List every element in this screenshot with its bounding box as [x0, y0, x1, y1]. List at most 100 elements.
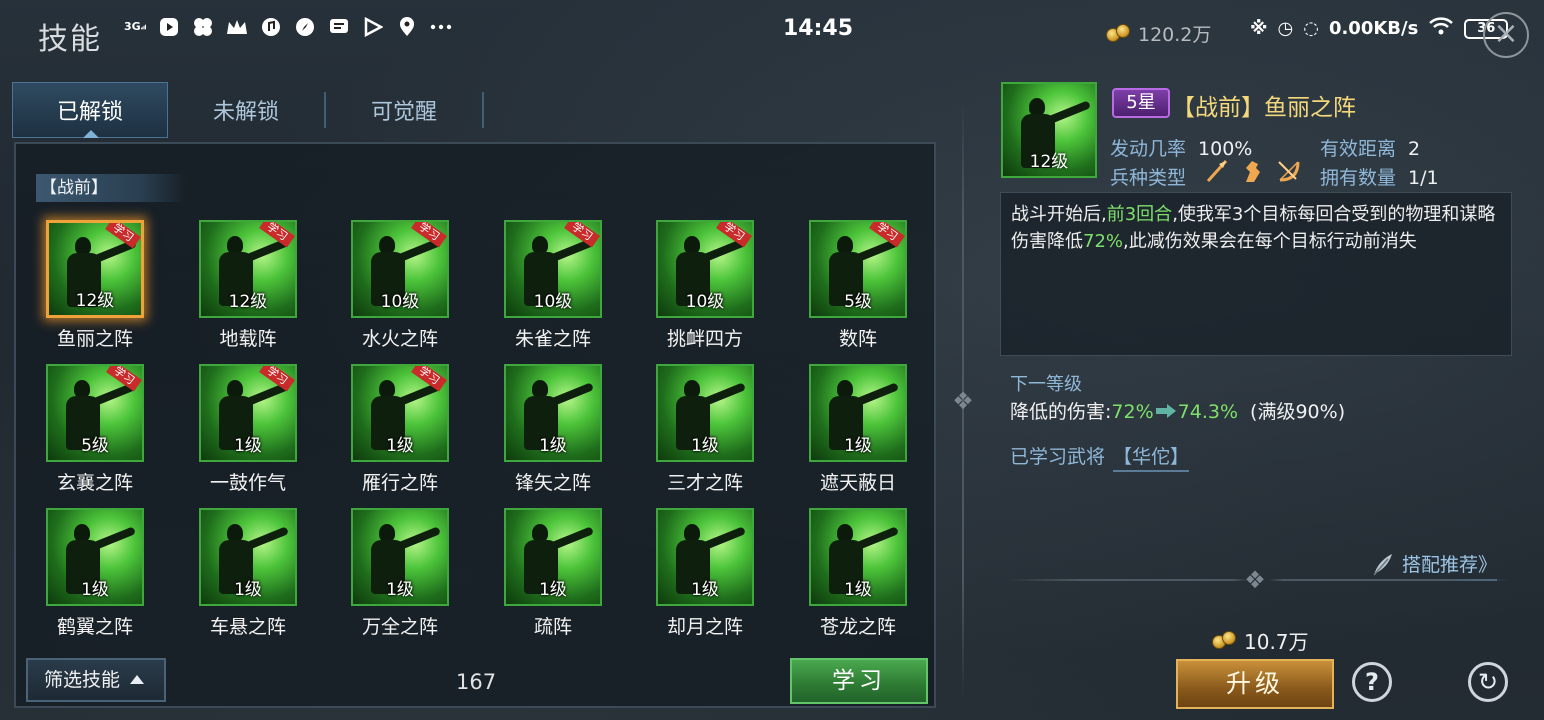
- skill-icon: 1级: [504, 364, 602, 462]
- learn-badge-label: 学习: [105, 223, 141, 249]
- refresh-icon[interactable]: ↻: [1468, 662, 1508, 702]
- learn-badge-label: 学习: [411, 222, 447, 248]
- crown-icon: [226, 16, 248, 38]
- skill-card[interactable]: 学习 1级一鼓作气: [199, 364, 297, 494]
- learn-badge-label: 学习: [716, 222, 752, 248]
- trigger-rate-value: 100%: [1198, 138, 1253, 160]
- skill-icon: 1级: [809, 364, 907, 462]
- learn-badge-label: 学习: [869, 222, 905, 248]
- more-icon: [430, 16, 452, 38]
- skill-card[interactable]: 学习 12级 鱼丽之阵: [46, 220, 144, 350]
- network-speed: 0.00KB/s: [1328, 18, 1419, 39]
- arrow-right-icon: [1155, 404, 1176, 418]
- skill-level: 1级: [844, 580, 872, 600]
- skill-card[interactable]: 1级 锋矢之阵: [504, 364, 602, 494]
- skill-name: 一鼓作气: [209, 472, 286, 494]
- skill-title: 【战前】鱼丽之阵: [1172, 95, 1356, 121]
- skill-card[interactable]: 1级 遮天蔽日: [809, 364, 907, 494]
- signal-icon: 3G: [124, 16, 146, 38]
- skill-name: 鹤翼之阵: [56, 616, 133, 638]
- learn-badge: 学习: [103, 366, 142, 392]
- skill-card[interactable]: 学习 1级 雁行之阵: [351, 364, 449, 494]
- upgrade-button[interactable]: 升级: [1176, 659, 1334, 709]
- network-label: 3G: [124, 20, 141, 33]
- learn-badge-label: 学习: [259, 222, 295, 248]
- skill-icon: 1级: [199, 508, 297, 606]
- troop-type-row: 兵种类型: [1110, 163, 1186, 190]
- skill-level: 1级: [234, 580, 262, 600]
- skill-level: 12级: [228, 292, 268, 312]
- range-row: 有效距离 2: [1320, 134, 1420, 161]
- skill-description: 战斗开始后,前3回合,使我军3个目标每回合受到的物理和谋略伤害降低72%,此减伤…: [1000, 192, 1512, 356]
- learn-badge: 学习: [256, 366, 295, 392]
- skill-card[interactable]: 学习 10级挑衅四方: [656, 220, 754, 350]
- play-icon: [362, 16, 384, 38]
- skill-card[interactable]: 1级苍龙之阵: [809, 508, 907, 638]
- skill-card[interactable]: 1级车悬之阵: [199, 508, 297, 638]
- skill-name: 玄襄之阵: [56, 472, 133, 494]
- media-icon: [158, 16, 180, 38]
- skill-card[interactable]: 学习 10级 水火之阵: [351, 220, 449, 350]
- skill-icon: 学习 1级: [199, 364, 297, 462]
- skill-level: 1级: [844, 436, 872, 456]
- skill-card[interactable]: 1级 万全之阵: [351, 508, 449, 638]
- mute-icon: ◌: [1303, 18, 1319, 39]
- trigger-rate-label: 发动几率: [1110, 138, 1187, 160]
- tab-awaken[interactable]: 可觉醒: [326, 82, 482, 138]
- status-bar-left: 3G: [124, 16, 452, 38]
- star-badge: 5星: [1112, 88, 1170, 118]
- skill-level: 1级: [539, 580, 567, 600]
- next-level-line: 降低的伤害:72% 74.3% (满级90%): [1010, 397, 1345, 424]
- learn-button[interactable]: 学习: [790, 658, 928, 704]
- skill-card[interactable]: 学习 10级 朱雀之阵: [504, 220, 602, 350]
- pinwheel-icon: [192, 16, 214, 38]
- next-level-from: 72%: [1111, 401, 1154, 423]
- diamond-ornament-icon: ❖: [1244, 566, 1266, 594]
- help-icon[interactable]: ?: [1352, 662, 1392, 702]
- skill-card[interactable]: 学习 12级 地载阵: [199, 220, 297, 350]
- wifi-icon: [1428, 16, 1454, 41]
- tab-locked[interactable]: 未解锁: [168, 82, 324, 138]
- skill-name: 数阵: [838, 328, 877, 350]
- skill-card[interactable]: 1级却月之阵: [656, 508, 754, 638]
- learn-badge: 学习: [408, 222, 447, 248]
- skill-name: 挑衅四方: [666, 328, 743, 350]
- skill-name: 车悬之阵: [209, 616, 286, 638]
- skill-level: 1级: [691, 580, 719, 600]
- skill-card[interactable]: 1级 三才之阵: [656, 364, 754, 494]
- skill-level: 10级: [685, 292, 725, 312]
- learn-badge: 学习: [102, 223, 141, 249]
- learn-badge: 学习: [408, 366, 447, 392]
- tab-unlocked[interactable]: 已解锁: [12, 82, 168, 138]
- chat-icon: [328, 16, 350, 38]
- skill-icon: 学习 12级: [199, 220, 297, 318]
- skill-icon: 1级: [809, 508, 907, 606]
- learn-badge-label: 学习: [106, 366, 142, 392]
- range-value: 2: [1408, 138, 1421, 160]
- learn-badge: 学习: [561, 222, 600, 248]
- filter-skills-button[interactable]: 筛选技能: [26, 658, 166, 702]
- caret-up-icon: [130, 675, 145, 684]
- horse-icon: [1240, 158, 1266, 184]
- skill-name: 却月之阵: [666, 616, 743, 638]
- close-button[interactable]: ×: [1483, 12, 1529, 58]
- learn-badge-label: 学习: [259, 366, 295, 392]
- currency-amount: 120.2万: [1138, 24, 1212, 46]
- skill-card[interactable]: 1级 疏阵: [504, 508, 602, 638]
- skill-list-panel: 【战前】 学习 12级 鱼丽之阵 学习 12级 地载阵 学习 10级 水火之阵 学习 10级 朱雀之阵…: [14, 142, 936, 708]
- skill-card[interactable]: 学习 5级 数阵: [809, 220, 907, 350]
- skill-count: 167: [456, 670, 497, 694]
- skill-icon: 学习 10级: [656, 220, 754, 318]
- skill-name: 朱雀之阵: [514, 328, 591, 350]
- diamond-ornament-icon: ❖: [952, 387, 974, 415]
- upgrade-cost-value: 10.7万: [1244, 630, 1309, 654]
- skill-icon: 1级: [46, 508, 144, 606]
- currency-display: 120.2万: [1106, 20, 1211, 47]
- recommend-link[interactable]: 搭配推荐》: [1370, 550, 1498, 581]
- skill-name: 苍龙之阵: [819, 616, 896, 638]
- learned-general-link[interactable]: 【华佗】: [1113, 446, 1190, 472]
- skill-card[interactable]: 1级鹤翼之阵: [46, 508, 144, 638]
- learn-badge: 学习: [713, 222, 752, 248]
- skill-card[interactable]: 学习 5级 玄襄之阵: [46, 364, 144, 494]
- bow-icon: [1276, 158, 1302, 184]
